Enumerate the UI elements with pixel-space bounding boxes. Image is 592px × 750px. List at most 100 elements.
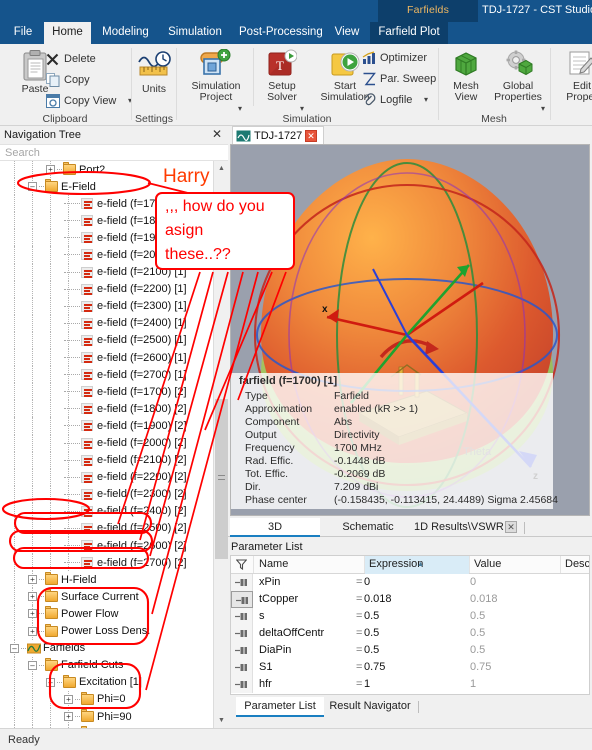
tree-item-e-field-f-2600-2[interactable]: e-field (f=2600) [2]: [0, 537, 213, 555]
row-handle-icon[interactable]: [231, 625, 253, 642]
global-properties-dropdown-arrow-icon[interactable]: ▾: [541, 104, 545, 113]
tree-item-e-field-f-2700-2[interactable]: e-field (f=2700) [2]: [0, 554, 213, 572]
expand-toggle-icon[interactable]: +: [46, 165, 55, 174]
expand-toggle-icon[interactable]: +: [28, 592, 37, 602]
tree-item-e-field-f-2600-1[interactable]: e-field (f=2600) [1]: [0, 349, 213, 367]
ribbon-tab-farfield-plot[interactable]: Farfield Plot: [370, 22, 448, 44]
filter-icon[interactable]: [236, 559, 247, 570]
column-header-value[interactable]: Value: [474, 556, 560, 574]
tree-item-e-field-f-1900-2[interactable]: e-field (f=1900) [2]: [0, 417, 213, 435]
collapse-toggle-icon[interactable]: –: [10, 643, 19, 653]
tree-item-power-flow[interactable]: + Power Flow: [0, 605, 213, 623]
table-row[interactable]: S1 = 0.75 0.75: [231, 659, 589, 676]
tab-result-navigator[interactable]: Result Navigator: [326, 697, 414, 717]
row-handle-icon[interactable]: [231, 574, 253, 591]
tree-item-excitation-1[interactable]: – Excitation [1]: [0, 673, 213, 691]
tree-item-e-field-f-2300-2[interactable]: e-field (f=2300) [2]: [0, 485, 213, 503]
tree-scrollbar-thumb[interactable]: [215, 399, 228, 559]
column-header-name[interactable]: Name: [259, 556, 364, 574]
table-row[interactable]: xPin = 0 0: [231, 574, 589, 591]
ribbon-tab-modeling[interactable]: Modeling: [93, 22, 158, 44]
par-sweep-button[interactable]: Par. Sweep: [360, 70, 438, 90]
tree-item-e-field-f-2300-1[interactable]: e-field (f=2300) [1]: [0, 297, 213, 315]
table-row[interactable]: tCopper = 0.018 0.018: [231, 591, 589, 608]
row-handle-icon[interactable]: [231, 659, 253, 676]
tree-item-e-field-f-2500-1[interactable]: e-field (f=2500) [1]: [0, 331, 213, 350]
tree-guide-line: [50, 485, 51, 503]
simulation-project-dropdown-arrow-icon[interactable]: ▾: [238, 104, 242, 113]
tree-item-e-field-f-1700-2[interactable]: e-field (f=1700) [2]: [0, 383, 213, 401]
close-icon[interactable]: ✕: [212, 128, 222, 140]
copy-button[interactable]: Copy: [44, 71, 126, 91]
global-properties-button[interactable]: Global Properties ▾: [490, 49, 546, 113]
column-header-description[interactable]: Desc: [565, 556, 589, 574]
logfile-button[interactable]: Logfile ▾: [360, 91, 438, 111]
scroll-down-icon[interactable]: ▼: [214, 713, 229, 728]
tree-item-e-field-f-2200-2[interactable]: e-field (f=2200) [2]: [0, 468, 213, 486]
expand-toggle-icon[interactable]: +: [64, 712, 73, 721]
table-row[interactable]: deltaOffCentr = 0.5 0.5: [231, 625, 589, 642]
setup-solver-dropdown-arrow-icon[interactable]: ▾: [300, 104, 304, 113]
tree-guide-line: [50, 280, 51, 298]
row-handle-icon[interactable]: [231, 608, 253, 625]
expand-toggle-icon[interactable]: +: [28, 575, 37, 585]
scroll-up-icon[interactable]: ▲: [214, 161, 229, 176]
tab-parameter-list[interactable]: Parameter List: [236, 697, 324, 717]
collapse-toggle-icon[interactable]: –: [46, 677, 55, 687]
ribbon-tab-home[interactable]: Home: [44, 22, 91, 44]
tree-item-farfield-cuts[interactable]: – Farfield Cuts: [0, 656, 213, 674]
view-tab-strip: 3D Schematic 1D Results\VSWR ✕: [228, 518, 592, 537]
optimizer-button[interactable]: Optimizer: [360, 49, 438, 69]
delete-button[interactable]: Delete: [44, 50, 126, 70]
tree-item-surface-current[interactable]: + Surface Current: [0, 588, 213, 606]
tree-item-e-field-f-2400-2[interactable]: e-field (f=2400) [2]: [0, 502, 213, 520]
tree-item-farfields[interactable]: – Farfields: [0, 639, 213, 657]
edit-properties-button[interactable]: Edit Proper: [554, 49, 592, 103]
tree-item-e-field-f-2200-1[interactable]: e-field (f=2200) [1]: [0, 280, 213, 298]
document-tab[interactable]: TDJ-1727 ✕: [232, 126, 324, 144]
tree-item-e-field-f-2700-1[interactable]: e-field (f=2700) [1]: [0, 366, 213, 384]
row-handle-icon[interactable]: [231, 591, 253, 608]
table-row[interactable]: s = 0.5 0.5: [231, 608, 589, 625]
tree-guide-line: [32, 468, 33, 486]
collapse-toggle-icon[interactable]: –: [28, 660, 37, 670]
parameter-name-cell: s: [259, 610, 265, 622]
parameter-table[interactable]: Name ▲ Expression Value Desc xPin = 0 0 tCop…: [230, 555, 590, 695]
close-icon[interactable]: ✕: [505, 521, 517, 533]
tree-item-phi-90[interactable]: + Phi=90: [0, 708, 213, 726]
tree-item-e-field-f-2000-2[interactable]: e-field (f=2000) [2]: [0, 434, 213, 452]
mesh-view-button[interactable]: Mesh View: [442, 49, 490, 103]
column-header-expression[interactable]: ▲ Expression: [365, 556, 469, 574]
ribbon-tab-post-processing[interactable]: Post-Processing: [232, 22, 324, 44]
collapse-toggle-icon[interactable]: –: [28, 182, 37, 192]
tree-item-e-field-f-1800-2[interactable]: e-field (f=1800) [2]: [0, 400, 213, 418]
search-input[interactable]: Search: [0, 144, 228, 161]
tree-item-phi-0[interactable]: + Phi=0: [0, 690, 213, 708]
table-row[interactable]: DiaPin = 0.5 0.5: [231, 642, 589, 659]
ribbon-tab-file[interactable]: File: [4, 22, 42, 44]
tree-item-power-loss-dens[interactable]: + Power Loss Dens.: [0, 622, 213, 640]
setup-solver-button[interactable]: T Setup Solver: [256, 49, 308, 103]
tab-1d-results-vswr[interactable]: 1D Results\VSWR: [414, 518, 504, 537]
expand-toggle-icon[interactable]: +: [28, 626, 37, 636]
simulation-project-button[interactable]: Simulation Project: [182, 49, 250, 103]
units-button[interactable]: Units: [125, 50, 183, 95]
tab-3d[interactable]: 3D: [230, 518, 320, 537]
farfield-key-component: Component: [245, 416, 300, 428]
row-handle-icon[interactable]: [231, 642, 253, 659]
ribbon-tab-view[interactable]: View: [326, 22, 368, 44]
tab-schematic[interactable]: Schematic: [322, 518, 414, 537]
tree-item-e-field-f-2100-2[interactable]: e-field (f=2100) [2]: [0, 451, 213, 469]
logfile-dropdown-arrow-icon[interactable]: ▾: [424, 95, 428, 104]
tree-item-e-field-f-2400-1[interactable]: e-field (f=2400) [1]: [0, 314, 213, 332]
expand-toggle-icon[interactable]: +: [64, 694, 73, 704]
tree-item-h-field[interactable]: + H-Field: [0, 571, 213, 589]
row-handle-icon[interactable]: [231, 676, 253, 693]
ribbon-tab-simulation[interactable]: Simulation: [160, 22, 230, 44]
close-icon[interactable]: ✕: [305, 130, 317, 142]
copy-view-button[interactable]: Copy View ▾: [44, 92, 132, 112]
table-row[interactable]: hfr = 1 1: [231, 676, 589, 693]
tree-guide-line: [14, 400, 15, 418]
tree-item-e-field-f-2500-2[interactable]: e-field (f=2500) [2]: [0, 519, 213, 538]
expand-toggle-icon[interactable]: +: [28, 609, 37, 619]
